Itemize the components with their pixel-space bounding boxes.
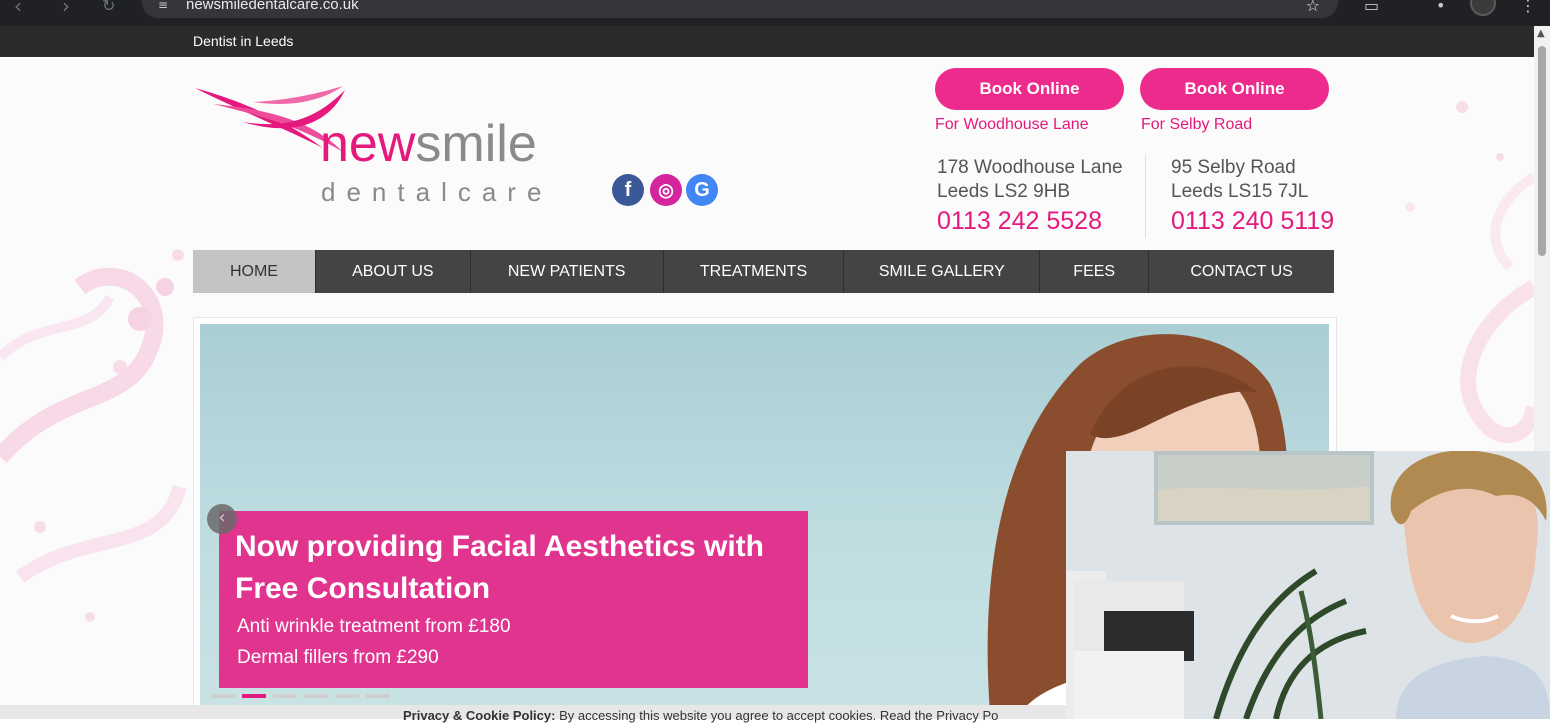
cookie-body: By accessing this website you agree to a… xyxy=(555,708,999,723)
book-online-woodhouse-button[interactable]: Book Online xyxy=(935,68,1124,110)
book-woodhouse-link[interactable]: For Woodhouse Lane xyxy=(935,116,1089,134)
top-bar: Dentist in Leeds xyxy=(0,26,1534,57)
forward-icon[interactable]: › xyxy=(62,0,70,18)
address-woodhouse: 178 Woodhouse Lane Leeds LS2 9HB xyxy=(937,156,1123,204)
phone-selby[interactable]: 0113 240 5119 xyxy=(1171,207,1334,236)
slider-prev-button[interactable]: ‹ xyxy=(207,504,237,534)
logo-tagline: dentalcare xyxy=(321,177,553,207)
nav-item-new-patients[interactable]: NEW PATIENTS xyxy=(471,250,664,293)
slide-caption-title: Now providing Facial Aesthetics with Fre… xyxy=(235,530,764,605)
book-selby-link[interactable]: For Selby Road xyxy=(1141,116,1252,134)
slider-dot[interactable] xyxy=(335,694,359,698)
main-nav: HOME ABOUT US NEW PATIENTS TREATMENTS SM… xyxy=(193,250,1334,293)
nav-item-contact-us[interactable]: CONTACT US xyxy=(1149,250,1334,293)
book-online-selby-button[interactable]: Book Online xyxy=(1140,68,1329,110)
site-info-icon[interactable]: ≡ xyxy=(158,0,168,12)
url-text[interactable]: newsmiledentalcare.co.uk xyxy=(186,0,359,13)
top-bar-text: Dentist in Leeds xyxy=(193,33,294,49)
address-selby: 95 Selby Road Leeds LS15 7JL xyxy=(1171,156,1308,204)
scroll-up-icon[interactable]: ▲ xyxy=(1537,28,1545,39)
address-line: Leeds LS2 9HB xyxy=(937,181,1071,202)
scrollbar-thumb[interactable] xyxy=(1538,46,1546,256)
logo-wordmark[interactable]: newsmile xyxy=(320,118,537,170)
bookmark-star-icon[interactable]: ☆ xyxy=(1306,0,1320,15)
browser-toolbar: ‹ › ↻ ≡ newsmiledentalcare.co.uk ☆ ▭ • ⋮ xyxy=(0,0,1550,26)
cookie-text: Privacy & Cookie Policy: By accessing th… xyxy=(403,708,998,723)
address-divider xyxy=(1145,155,1146,238)
instagram-icon[interactable]: ◎ xyxy=(650,174,682,206)
chevron-left-icon: ‹ xyxy=(218,507,226,528)
browser-menu-icon[interactable]: ⋮ xyxy=(1520,0,1536,15)
extensions-icon[interactable]: • xyxy=(1436,0,1445,15)
webcam-video-image xyxy=(1066,451,1550,719)
profile-avatar[interactable] xyxy=(1470,0,1496,16)
google-icon[interactable]: G xyxy=(686,174,718,206)
nav-item-about-us[interactable]: ABOUT US xyxy=(316,250,471,293)
downloads-icon[interactable]: ▭ xyxy=(1364,0,1379,15)
logo-word-new: new xyxy=(320,115,416,173)
slider-dot-active[interactable] xyxy=(242,694,266,698)
address-bar[interactable]: ≡ newsmiledentalcare.co.uk ☆ xyxy=(142,0,1338,18)
nav-item-fees[interactable]: FEES xyxy=(1040,250,1150,293)
address-line: 95 Selby Road xyxy=(1171,157,1296,178)
logo-word-smile: smile xyxy=(415,115,537,173)
slide-caption-line: Dermal fillers from £290 xyxy=(237,647,439,668)
address-line: Leeds LS15 7JL xyxy=(1171,181,1309,202)
back-icon[interactable]: ‹ xyxy=(14,0,22,18)
cookie-title: Privacy & Cookie Policy: xyxy=(403,708,556,723)
nav-item-home[interactable]: HOME xyxy=(193,250,316,293)
reload-icon[interactable]: ↻ xyxy=(102,0,115,15)
facebook-icon[interactable]: f xyxy=(612,174,644,206)
nav-item-treatments[interactable]: TREATMENTS xyxy=(664,250,845,293)
phone-woodhouse[interactable]: 0113 242 5528 xyxy=(937,207,1102,236)
webcam-overlay xyxy=(1066,451,1550,719)
slider-dot[interactable] xyxy=(304,694,328,698)
nav-item-smile-gallery[interactable]: SMILE GALLERY xyxy=(844,250,1041,293)
slide-caption-line: Anti wrinkle treatment from £180 xyxy=(237,616,511,637)
address-line: 178 Woodhouse Lane xyxy=(937,157,1123,178)
slider-dot[interactable] xyxy=(211,694,235,698)
slider-dot[interactable] xyxy=(366,694,390,698)
slider-dot[interactable] xyxy=(273,694,297,698)
